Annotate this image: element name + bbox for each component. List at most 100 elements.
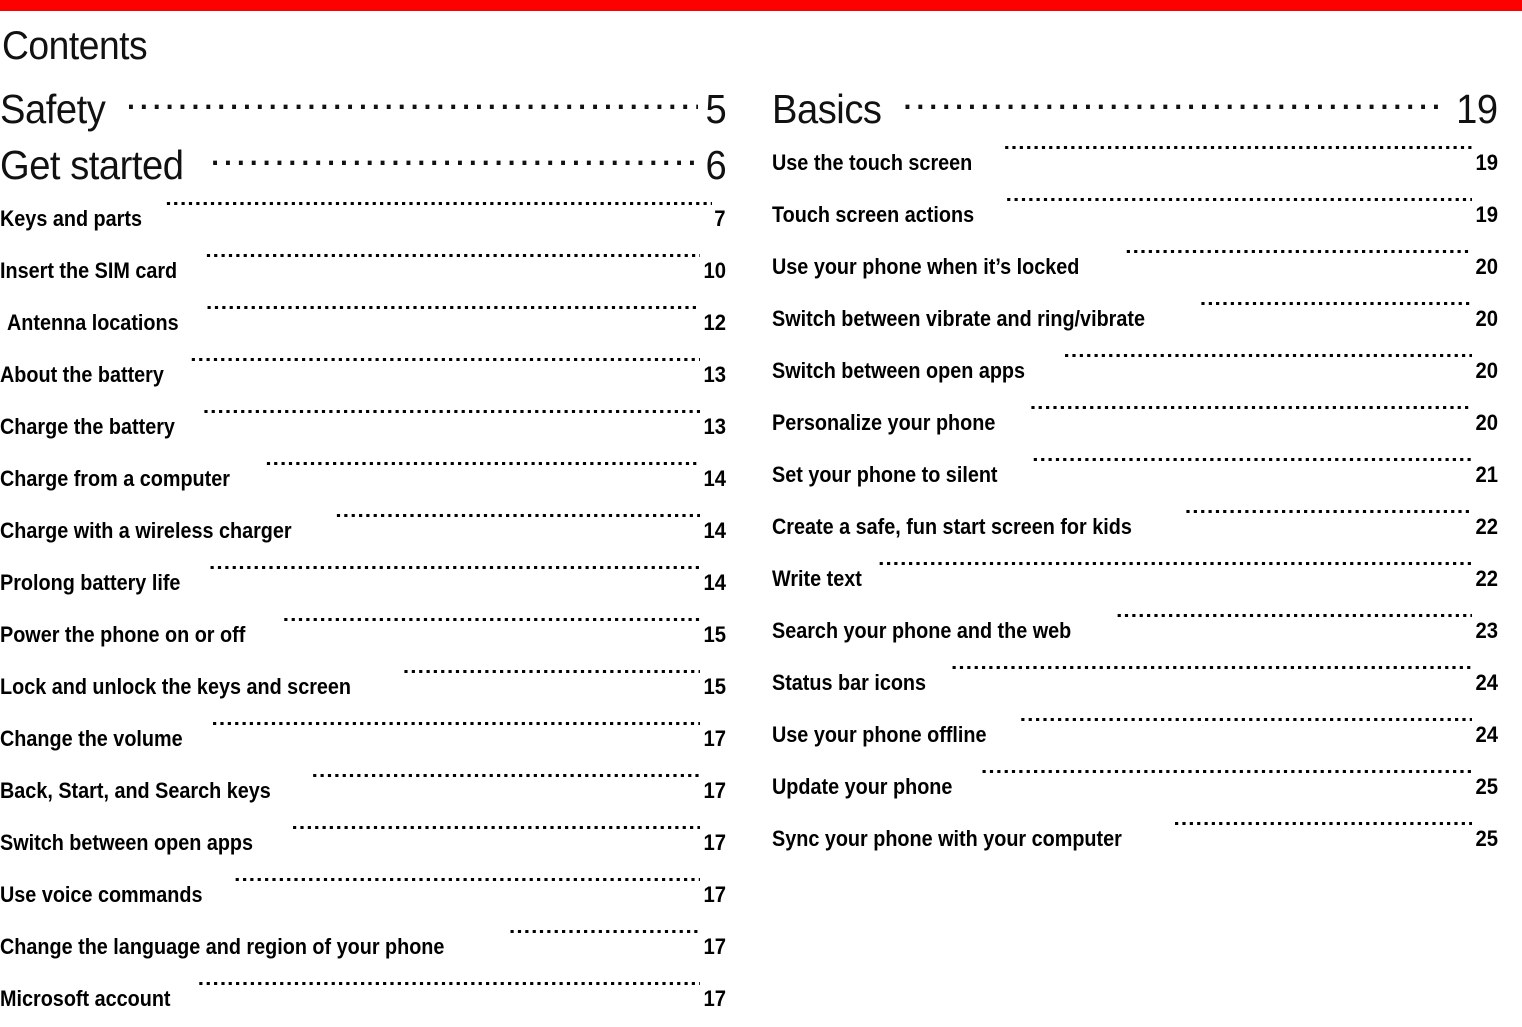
dot-leader: [1006, 198, 1472, 222]
toc-entry-page-number: 17: [703, 830, 726, 855]
toc-entry-page-number: 7: [714, 206, 726, 231]
toc-entry-row[interactable]: Use your phone when it’s locked 20: [772, 241, 1498, 293]
dot-leader: [403, 670, 700, 694]
dot-leader: [878, 562, 1472, 586]
toc-entry-row[interactable]: Charge from a computer 14: [0, 453, 726, 505]
toc-chapter-row[interactable]: Safety 5: [0, 81, 726, 137]
dot-leader: [283, 618, 700, 642]
toc-entry-label: Set your phone to silent: [772, 462, 998, 487]
toc-entry-label: Use voice commands: [0, 882, 203, 907]
dot-leader: [206, 306, 700, 330]
toc-entry-page-number: 12: [703, 310, 726, 335]
toc-entry-page-number: 15: [703, 622, 726, 647]
toc-entry-page-number: 14: [703, 466, 726, 491]
dot-leader: [234, 878, 700, 902]
dot-leader: [1064, 354, 1472, 378]
toc-entry-label: Create a safe, fun start screen for kids: [772, 514, 1132, 539]
page-title: Contents: [2, 24, 148, 68]
toc-entry-label: Charge the battery: [0, 414, 175, 439]
toc-entry-label: Update your phone: [772, 774, 953, 799]
dot-leader: [203, 410, 700, 434]
toc-column-left: Safety 5 Get started 6 Keys and parts 7 Insert…: [0, 81, 726, 1025]
toc-entry-row[interactable]: Write text 22: [772, 553, 1498, 605]
toc-entry-row[interactable]: Use the touch screen 19: [772, 137, 1498, 189]
toc-entry-label: Change the language and region of your p…: [0, 934, 445, 959]
toc-page: Contents Safety 5 Get started 6 Keys and par…: [0, 11, 1522, 1027]
toc-entry-label: Microsoft account: [0, 986, 171, 1011]
toc-entry-row[interactable]: Create a safe, fun start screen for kids…: [772, 501, 1498, 553]
toc-entry-page-number: 17: [703, 986, 726, 1011]
toc-entry-label: Change the volume: [0, 726, 183, 751]
toc-chapter-page-number: 5: [705, 86, 726, 132]
toc-chapter-label: Safety: [0, 86, 106, 132]
toc-entry-row[interactable]: Sync your phone with your computer 25: [772, 813, 1498, 865]
toc-chapter-label: Basics: [772, 86, 882, 132]
dot-leader: [1200, 302, 1472, 326]
dot-leader: [1020, 718, 1472, 742]
dot-leader: [1030, 406, 1472, 430]
toc-entry-row[interactable]: Charge with a wireless charger 14: [0, 505, 726, 557]
dot-leader: [1004, 146, 1472, 170]
toc-entry-page-number: 22: [1475, 514, 1498, 539]
toc-entry-label: Antenna locations: [7, 310, 179, 335]
toc-entry-row[interactable]: Back, Start, and Search keys 17: [0, 765, 726, 817]
toc-entry-label: Use your phone when it’s locked: [772, 254, 1080, 279]
toc-entry-label: Switch between open apps: [0, 830, 254, 855]
toc-column-right: Basics19Use the touch screen19Touch scre…: [772, 81, 1498, 865]
dot-leader: [125, 83, 697, 123]
toc-entry-label: Touch screen actions: [772, 202, 975, 227]
dot-leader: [335, 514, 700, 538]
toc-entry-page-number: 17: [703, 882, 726, 907]
toc-chapter-row[interactable]: Get started 6: [0, 137, 726, 193]
dot-leader: [951, 666, 1472, 690]
toc-entry-label: Switch between vibrate and ring/vibrate: [772, 306, 1145, 331]
toc-entry-row[interactable]: Switch between open apps 17: [0, 817, 726, 869]
toc-entry-page-number: 23: [1475, 618, 1498, 643]
toc-entry-page-number: 10: [703, 258, 726, 283]
toc-entry-row[interactable]: Lock and unlock the keys and screen 15: [0, 661, 726, 713]
toc-entry-row[interactable]: Insert the SIM card 10: [0, 245, 726, 297]
dot-leader: [1116, 614, 1472, 638]
toc-entry-page-number: 13: [703, 362, 726, 387]
toc-entry-page-number: 17: [703, 778, 726, 803]
dot-leader: [209, 566, 700, 590]
toc-entry-row[interactable]: Touch screen actions 19: [772, 189, 1498, 241]
toc-entry-page-number: 20: [1475, 358, 1498, 383]
toc-entry-row[interactable]: Use voice commands 17: [0, 869, 726, 921]
toc-entry-label: Switch between open apps: [772, 358, 1026, 383]
toc-entry-row[interactable]: About the battery 13: [0, 349, 726, 401]
toc-entry-page-number: 21: [1475, 462, 1498, 487]
toc-entry-label: Keys and parts: [0, 206, 142, 231]
toc-entry-page-number: 25: [1475, 774, 1498, 799]
toc-entry-row[interactable]: Prolong battery life 14: [0, 557, 726, 609]
toc-entry-row[interactable]: Charge the battery 13: [0, 401, 726, 453]
toc-entry-page-number: 24: [1475, 722, 1498, 747]
toc-entry-row[interactable]: Switch between vibrate and ring/vibrate 2…: [772, 293, 1498, 345]
toc-entry-row[interactable]: Microsoft account 17: [0, 973, 726, 1025]
toc-entry-row[interactable]: Antenna locations 12: [0, 297, 726, 349]
dot-leader: [902, 83, 1448, 123]
toc-entry-row[interactable]: Keys and parts 7: [0, 193, 726, 245]
toc-entry-row[interactable]: Change the language and region of your p…: [0, 921, 726, 973]
toc-entry-row[interactable]: Set your phone to silent 21: [772, 449, 1498, 501]
toc-entry-row[interactable]: Power the phone on or off 15: [0, 609, 726, 661]
toc-chapter-row[interactable]: Basics 19: [772, 81, 1498, 137]
dot-leader: [292, 826, 700, 850]
toc-entry-row[interactable]: Update your phone 25: [772, 761, 1498, 813]
toc-entry-row[interactable]: Status bar icons 24: [772, 657, 1498, 709]
dot-leader: [1125, 250, 1472, 274]
toc-entry-label: Charge from a computer: [0, 466, 230, 491]
toc-entry-row[interactable]: Change the volume 17: [0, 713, 726, 765]
toc-entry-row[interactable]: Switch between open apps 20: [772, 345, 1498, 397]
toc-entry-label: Personalize your phone: [772, 410, 996, 435]
toc-entry-label: Prolong battery life: [0, 570, 181, 595]
dot-leader: [509, 930, 700, 954]
toc-entry-label: Use your phone offline: [772, 722, 987, 747]
toc-chapter-label: Get started: [0, 142, 184, 188]
toc-entry-label: Write text: [772, 566, 862, 591]
dot-leader: [212, 722, 700, 746]
toc-entry-row[interactable]: Search your phone and the web 23: [772, 605, 1498, 657]
toc-entry-row[interactable]: Personalize your phone 20: [772, 397, 1498, 449]
dot-leader: [1185, 510, 1472, 534]
toc-entry-row[interactable]: Use your phone offline 24: [772, 709, 1498, 761]
